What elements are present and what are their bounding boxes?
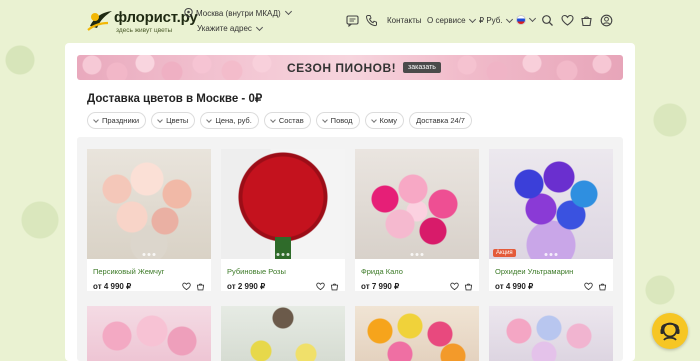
address-selector[interactable]: Укажите адрес xyxy=(197,23,263,33)
product-name[interactable]: Орхидеи Ультрамарин xyxy=(489,267,613,277)
filter-composition[interactable]: Состав xyxy=(263,112,311,129)
promo-banner[interactable]: СЕЗОН ПИОНОВ! заказать xyxy=(77,55,623,80)
heart-icon[interactable] xyxy=(316,282,325,291)
chevron-down-icon xyxy=(370,116,377,123)
filter-label: Кому xyxy=(379,116,398,125)
heart-icon[interactable] xyxy=(182,282,191,291)
banner-title: СЕЗОН ПИОНОВ! xyxy=(287,61,397,75)
site-logo[interactable]: флорист.ру здесь живут цветы xyxy=(86,6,198,36)
heart-icon[interactable] xyxy=(584,282,593,291)
product-card[interactable]: Персиковый Жемчуг от 4 990 ₽ xyxy=(87,149,211,291)
cart-icon[interactable] xyxy=(580,14,593,27)
city-label: Москва (внутри МКАД) xyxy=(196,8,281,18)
product-image[interactable] xyxy=(221,306,345,361)
cart-icon[interactable] xyxy=(598,282,607,291)
product-price-row: от 4 990 ₽ xyxy=(489,282,613,291)
logo-tagline: здесь живут цветы xyxy=(116,27,173,34)
currency-label: ₽ Руб. xyxy=(479,16,503,25)
cart-icon[interactable] xyxy=(196,282,205,291)
chevron-down-icon xyxy=(157,116,163,123)
filter-label: Повод xyxy=(330,116,353,125)
product-image[interactable] xyxy=(355,149,479,259)
carousel-dots[interactable] xyxy=(544,253,558,256)
chevron-down-icon xyxy=(255,23,263,31)
currency-selector[interactable]: ₽ Руб. xyxy=(479,15,513,25)
chat-icon[interactable] xyxy=(346,14,359,27)
carousel-dots[interactable] xyxy=(142,253,156,256)
logo-flower-icon xyxy=(87,11,112,31)
product-card[interactable] xyxy=(87,306,211,361)
product-card[interactable] xyxy=(221,306,345,361)
contacts-link[interactable]: Контакты xyxy=(387,16,422,25)
chevron-down-icon xyxy=(269,116,276,123)
product-price: от 4 990 ₽ xyxy=(93,282,132,291)
product-image[interactable] xyxy=(87,149,211,259)
filter-label: Доставка 24/7 xyxy=(416,116,465,125)
search-icon[interactable] xyxy=(541,14,554,27)
product-card[interactable]: Акция Орхидеи Ультрамарин от 4 990 ₽ xyxy=(489,149,613,291)
filter-label: Цветы xyxy=(166,116,189,125)
product-image[interactable] xyxy=(87,306,211,361)
heart-icon[interactable] xyxy=(450,282,459,291)
filter-label: Праздники xyxy=(102,116,140,125)
page-title: Доставка цветов в Москве - 0₽ xyxy=(87,93,263,105)
support-chat-button[interactable] xyxy=(652,313,688,349)
product-name[interactable]: Фрида Кало xyxy=(355,267,479,277)
product-image[interactable]: Акция xyxy=(489,149,613,259)
product-name[interactable]: Персиковый Жемчуг xyxy=(87,267,211,277)
location-pin-icon xyxy=(184,8,193,18)
carousel-dots[interactable] xyxy=(410,253,424,256)
filter-price[interactable]: Цена, руб. xyxy=(200,112,259,129)
product-price: от 2 990 ₽ xyxy=(227,282,266,291)
product-price-row: от 2 990 ₽ xyxy=(221,282,345,291)
filter-holidays[interactable]: Праздники xyxy=(87,112,147,129)
heart-icon[interactable] xyxy=(561,14,574,27)
banner-order-button[interactable]: заказать xyxy=(403,62,441,73)
filter-label: Цена, руб. xyxy=(215,116,252,125)
filter-recipient[interactable]: Кому xyxy=(364,112,405,129)
product-card[interactable]: Рубиновые Розы от 2 990 ₽ xyxy=(221,149,345,291)
address-label: Укажите адрес xyxy=(197,24,252,33)
about-label: О сервисе xyxy=(427,16,466,25)
city-selector[interactable]: Москва (внутри МКАД) xyxy=(184,7,292,18)
product-price: от 7 990 ₽ xyxy=(361,282,400,291)
chevron-down-icon xyxy=(468,15,476,23)
main-content: СЕЗОН ПИОНОВ! заказать Доставка цветов в… xyxy=(65,43,635,361)
filter-flowers[interactable]: Цветы xyxy=(151,112,196,129)
filter-delivery-247[interactable]: Доставка 24/7 xyxy=(409,112,472,129)
product-price: от 4 990 ₽ xyxy=(495,282,534,291)
russia-flag-icon xyxy=(516,15,526,25)
filter-bar: Праздники Цветы Цена, руб. Состав Повод … xyxy=(87,112,472,129)
product-image[interactable] xyxy=(221,149,345,259)
chevron-down-icon xyxy=(528,14,537,23)
chevron-down-icon xyxy=(284,7,292,16)
product-card[interactable] xyxy=(355,306,479,361)
chevron-down-icon xyxy=(206,116,213,123)
about-menu[interactable]: О сервисе xyxy=(427,15,476,25)
cart-icon[interactable] xyxy=(464,282,473,291)
user-account-icon[interactable] xyxy=(600,14,613,27)
promo-badge: Акция xyxy=(493,249,516,257)
chevron-down-icon xyxy=(321,116,328,123)
language-selector[interactable] xyxy=(516,14,537,25)
product-image[interactable] xyxy=(355,306,479,361)
carousel-dots[interactable] xyxy=(276,253,290,256)
chevron-down-icon xyxy=(505,15,513,23)
phone-icon[interactable] xyxy=(365,14,378,27)
cart-icon[interactable] xyxy=(330,282,339,291)
product-image[interactable] xyxy=(489,306,613,361)
product-card[interactable] xyxy=(489,306,613,361)
support-agent-icon xyxy=(660,322,680,341)
product-name[interactable]: Рубиновые Розы xyxy=(221,267,345,277)
filter-occasion[interactable]: Повод xyxy=(315,112,360,129)
chevron-down-icon xyxy=(93,116,99,123)
site-header: флорист.ру здесь живут цветы Москва (вну… xyxy=(0,0,700,42)
product-price-row: от 7 990 ₽ xyxy=(355,282,479,291)
filter-label: Состав xyxy=(278,116,304,125)
product-price-row: от 4 990 ₽ xyxy=(87,282,211,291)
product-card[interactable]: Фрида Кало от 7 990 ₽ xyxy=(355,149,479,291)
